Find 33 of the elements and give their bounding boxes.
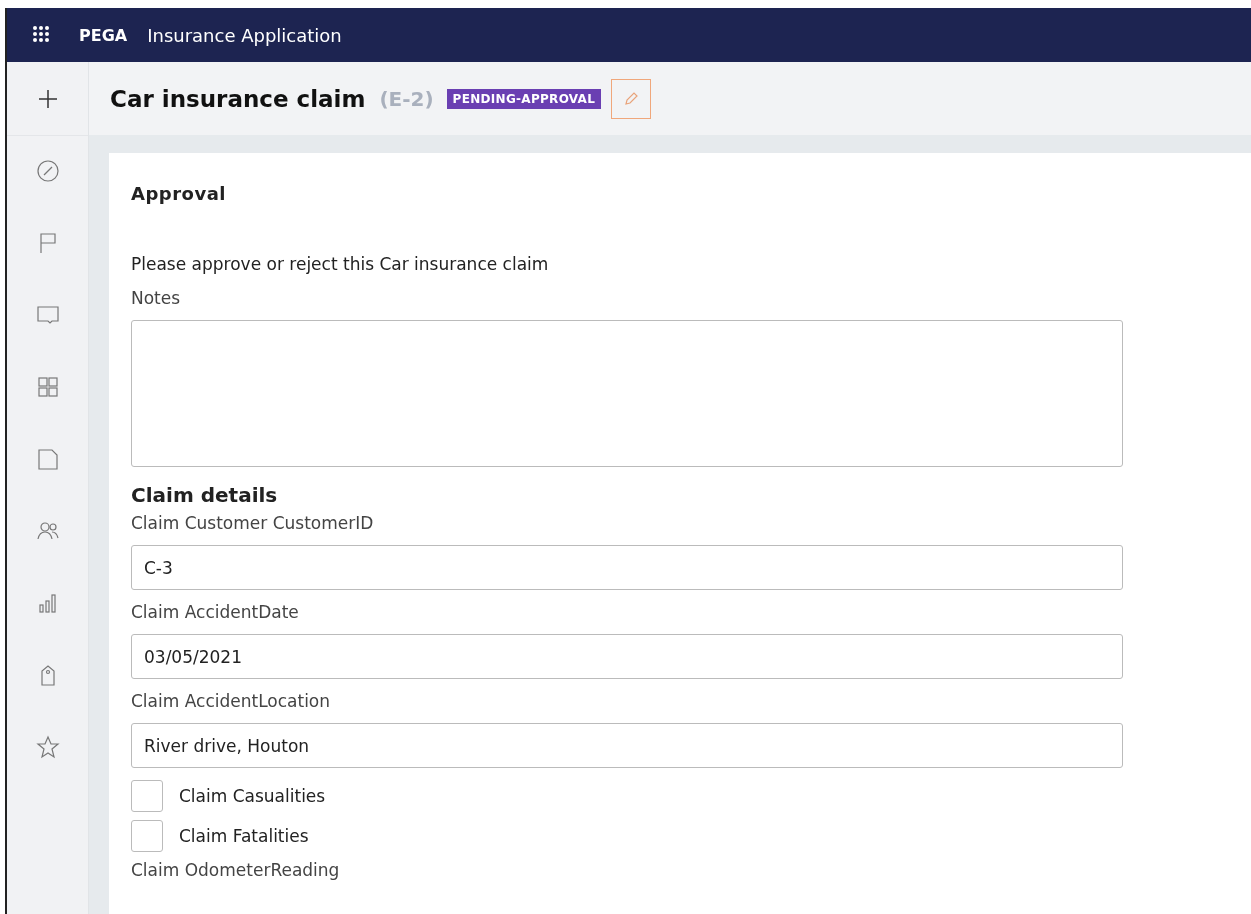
field-label: Notes [131, 288, 181, 308]
sidebar-item[interactable] [35, 375, 60, 399]
plus-icon [37, 88, 58, 109]
document-icon [35, 447, 60, 471]
case-title: Car insurance claim [110, 85, 366, 112]
sidebar-item[interactable] [35, 447, 60, 471]
instruction-text: Please approve or reject this Car insurance claim [131, 254, 549, 274]
app-title: Insurance Application [147, 24, 342, 46]
field-label: Claim AccidentLocation [131, 691, 331, 711]
checkbox-label: Claim Casualities [179, 786, 326, 806]
star-icon [35, 735, 60, 759]
input-field[interactable]: River drive, Houton [131, 723, 1123, 768]
case-id: (E-2) [379, 86, 434, 111]
app-launcher-icon[interactable] [33, 26, 51, 44]
status-badge: PENDING-APPROVAL [446, 88, 602, 109]
checkbox[interactable] [131, 820, 163, 852]
checkbox[interactable] [131, 780, 163, 812]
input-field[interactable]: C-3 [131, 545, 1123, 590]
field-label: Claim OdometerReading [131, 860, 340, 880]
notes-field[interactable] [131, 320, 1123, 467]
field-label: Claim Customer CustomerID [131, 513, 374, 533]
pencil-icon [623, 90, 640, 107]
checkbox-label: Claim Fatalities [179, 826, 309, 846]
grid-icon [35, 375, 60, 399]
brand-name: PEGA [79, 25, 128, 45]
sidebar-item[interactable] [35, 159, 60, 183]
edit-button[interactable] [611, 78, 652, 119]
field-label: Claim AccidentDate [131, 602, 299, 622]
sidebar-item[interactable] [35, 735, 60, 759]
section-heading: Approval [131, 183, 226, 204]
input-field[interactable]: 03/05/2021 [131, 634, 1123, 679]
gauge-icon [35, 159, 60, 183]
section-heading: Claim details [131, 483, 278, 507]
